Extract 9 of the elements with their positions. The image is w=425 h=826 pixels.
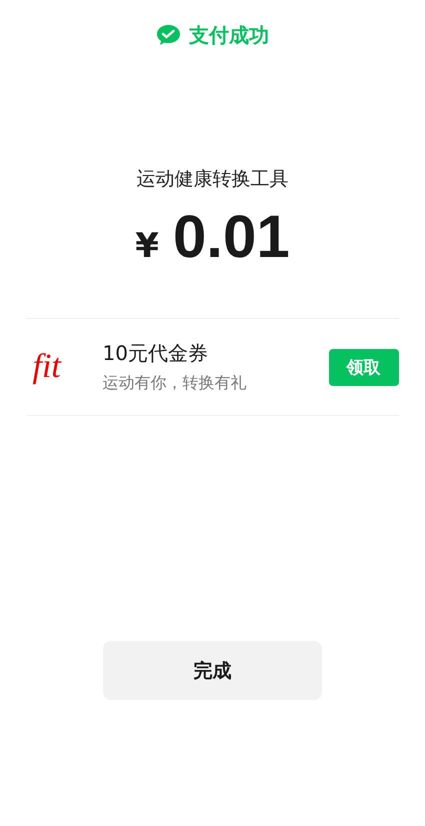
payment-amount: 0.01 [172,202,290,271]
merchant-name: 运动健康转换工具 [136,167,288,192]
check-chat-icon [156,24,181,46]
done-button[interactable]: 完成 [103,641,322,700]
coupon-subtitle: 运动有你，转换有礼 [102,373,248,394]
coupon-title: 10元代金券 [102,340,209,367]
logo: fit [32,348,62,386]
currency-symbol: ¥ [135,226,159,266]
success-title: 支付成功 [189,22,269,48]
